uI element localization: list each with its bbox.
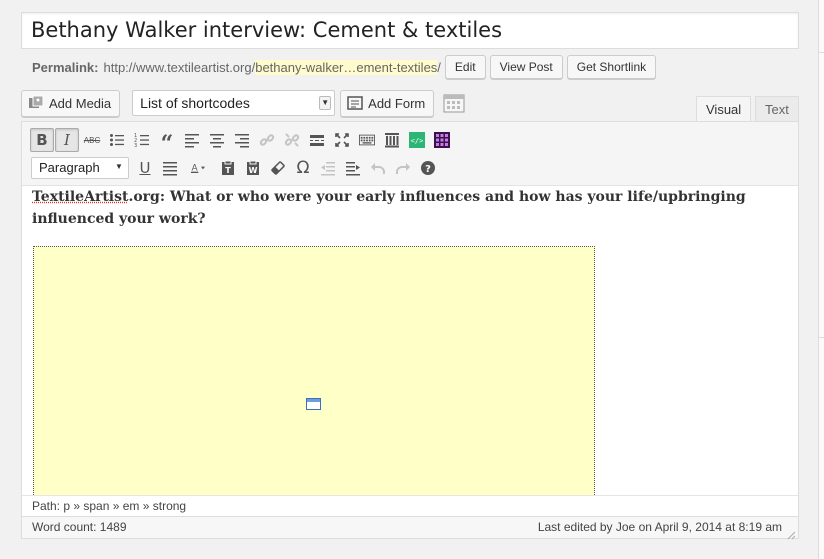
editor-toolbar: B I ABC 123 “ </> Paragraph ▼ U A T W Ω … [22,122,798,186]
unlink-icon[interactable] [280,128,304,152]
italic-icon[interactable]: I [55,128,79,152]
post-status-info: Word count: 1489 Last edited by Joe on A… [21,517,799,539]
tab-visual[interactable]: Visual [696,96,751,123]
media-icon [28,95,44,111]
bullet-list-icon[interactable] [105,128,129,152]
svg-text:3: 3 [134,143,137,148]
justify-icon[interactable] [158,156,182,180]
bold-icon[interactable]: B [30,128,54,152]
svg-text:</>: </> [411,137,424,145]
edit-permalink-button[interactable]: Edit [445,55,486,79]
omega-icon[interactable]: Ω [291,156,315,180]
format-select[interactable]: Paragraph ▼ [31,157,129,179]
svg-text:T: T [225,166,231,175]
paste-text-icon[interactable]: T [216,156,240,180]
format-selected-value: Paragraph [39,160,100,175]
add-media-button[interactable]: Add Media [21,90,120,117]
indent-icon[interactable] [341,156,365,180]
link-icon[interactable] [255,128,279,152]
text-color-icon[interactable]: A [183,156,215,180]
permalink-slug[interactable]: bethany-walker…ement-textiles [255,60,437,75]
permalink-row: Permalink: http://www.textileartist.org/… [32,54,656,80]
sidebar-box-edge [819,52,824,337]
last-edited: Last edited by Joe on April 9, 2014 at 8… [538,517,782,538]
view-post-button[interactable]: View Post [490,55,563,79]
post-title-input[interactable]: Bethany Walker interview: Cement & texti… [21,12,799,49]
read-more-icon[interactable] [305,128,329,152]
add-form-button[interactable]: Add Form [340,90,434,117]
underline-icon[interactable]: U [133,156,157,180]
calendar-icon[interactable] [442,91,466,115]
code-embed-icon[interactable]: </> [405,128,429,152]
align-center-icon[interactable] [205,128,229,152]
svg-text:W: W [249,166,258,175]
sidebar-edge [818,0,824,559]
undo-icon[interactable] [366,156,390,180]
blockquote-icon[interactable]: “ [155,128,179,152]
select-arrow-icon: ▼ [319,96,331,110]
toolbar-row-2: Paragraph ▼ U A T W Ω ? [28,155,441,181]
eraser-icon[interactable] [266,156,290,180]
sidebar-box-edge [819,337,824,537]
align-right-icon[interactable] [230,128,254,152]
columns-icon[interactable] [380,128,404,152]
permalink-trail: / [437,60,441,75]
toolbar-row-1: B I ABC 123 “ </> [28,127,455,153]
get-shortlink-button[interactable]: Get Shortlink [567,55,656,79]
tab-text[interactable]: Text [755,96,799,122]
redo-icon[interactable] [391,156,415,180]
permalink-base-url: http://www.textileartist.org/ [103,60,255,75]
editor-content[interactable]: TextileArtist.org: What or who were your… [32,186,792,230]
svg-text:?: ? [425,164,431,175]
add-media-label: Add Media [49,96,111,111]
outdent-icon[interactable] [316,156,340,180]
word-count: Word count: 1489 [32,517,127,538]
fullscreen-icon[interactable] [330,128,354,152]
form-icon [347,95,363,111]
select-arrow-icon: ▼ [113,161,125,175]
embed-placeholder[interactable] [33,246,595,495]
paste-word-icon[interactable]: W [241,156,265,180]
numbered-list-icon[interactable]: 123 [130,128,154,152]
resize-handle-icon[interactable] [786,526,796,536]
content-question: .org: What or who were your early influe… [32,189,746,227]
strikethrough-icon[interactable]: ABC [80,128,104,152]
help-icon[interactable]: ? [416,156,440,180]
table-grid-icon[interactable] [430,128,454,152]
media-buttons: Add Media List of shortcodes ▼ Add Form [21,89,466,117]
align-left-icon[interactable] [180,128,204,152]
add-form-label: Add Form [368,96,425,111]
editor-path-bar: Path: p » span » em » strong [22,495,798,516]
keyboard-toggle-icon[interactable] [355,128,379,152]
post-editor: B I ABC 123 “ </> Paragraph ▼ U A T W Ω … [21,121,799,517]
content-site-name: TextileArtist [32,189,128,205]
embed-window-icon [306,398,321,410]
permalink-label: Permalink: [32,60,98,75]
shortcodes-selected-value: List of shortcodes [140,95,250,111]
shortcodes-select[interactable]: List of shortcodes ▼ [132,90,335,116]
